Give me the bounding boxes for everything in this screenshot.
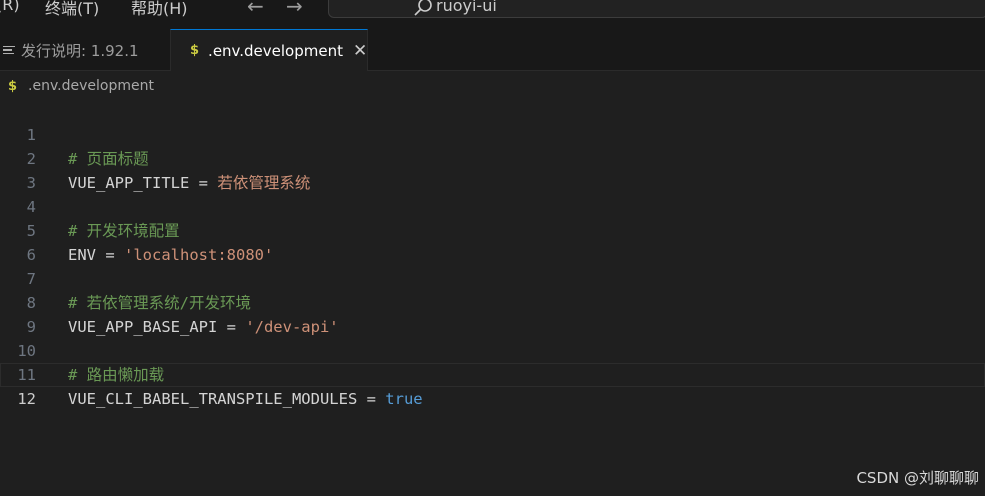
- breadcrumb[interactable]: $ .env.development: [0, 74, 985, 98]
- dollar-icon: $: [8, 78, 18, 94]
- code-line[interactable]: 5 ENV = 'localhost:8080': [0, 195, 985, 264]
- line-number: 12: [17, 390, 36, 408]
- code-line[interactable]: 8 VUE_APP_BASE_API = '/dev-api': [0, 267, 985, 336]
- editor-tab-bar: 发行说明: 1.92.1 $ .env.development ✕: [0, 18, 985, 71]
- tab-release-notes[interactable]: 发行说明: 1.92.1: [0, 29, 170, 71]
- close-icon[interactable]: ✕: [353, 41, 367, 61]
- menu-item-run[interactable]: (R): [0, 0, 20, 14]
- menu-item-terminal[interactable]: 终端(T): [45, 0, 99, 18]
- code-editor[interactable]: 1 # 页面标题 2 VUE_APP_TITLE = 若依管理系统 3 4 # …: [0, 99, 985, 496]
- env-value: true: [385, 390, 423, 408]
- title-bar: (R) 终端(T) 帮助(H) ← → ruoyi-ui: [0, 0, 985, 18]
- code-line[interactable]: 11 VUE_CLI_BABEL_TRANSPILE_MODULES = tru…: [0, 339, 985, 408]
- code-line[interactable]: 10 # 路由懒加载: [0, 315, 985, 384]
- watermark: CSDN @刘聊聊聊: [856, 469, 979, 487]
- menu-item-help[interactable]: 帮助(H): [131, 0, 188, 18]
- env-key: VUE_CLI_BABEL_TRANSPILE_MODULES: [68, 390, 358, 408]
- code-line[interactable]: 1 # 页面标题: [0, 99, 985, 168]
- tab-env-development[interactable]: $ .env.development ✕: [170, 29, 368, 71]
- dollar-icon: $: [190, 43, 200, 58]
- tab-label: 发行说明: 1.92.1: [21, 41, 139, 60]
- code-line-current[interactable]: 12: [0, 363, 985, 408]
- tab-label: .env.development: [208, 41, 343, 60]
- arrow-left-icon[interactable]: ←: [247, 0, 264, 18]
- assign-operator: =: [357, 390, 386, 408]
- code-line[interactable]: 4 # 开发环境配置: [0, 171, 985, 240]
- command-center-label: ruoyi-ui: [436, 0, 497, 15]
- breadcrumb-file[interactable]: .env.development: [28, 78, 154, 94]
- list-icon: [3, 44, 15, 57]
- code-line[interactable]: 9: [0, 291, 985, 336]
- code-line[interactable]: 3: [0, 147, 985, 192]
- code-line[interactable]: 7 # 若依管理系统/开发环境: [0, 243, 985, 312]
- code-line[interactable]: 6: [0, 219, 985, 264]
- search-icon: [414, 0, 432, 16]
- code-line[interactable]: 2 VUE_APP_TITLE = 若依管理系统: [0, 123, 985, 192]
- arrow-right-icon[interactable]: →: [286, 0, 303, 18]
